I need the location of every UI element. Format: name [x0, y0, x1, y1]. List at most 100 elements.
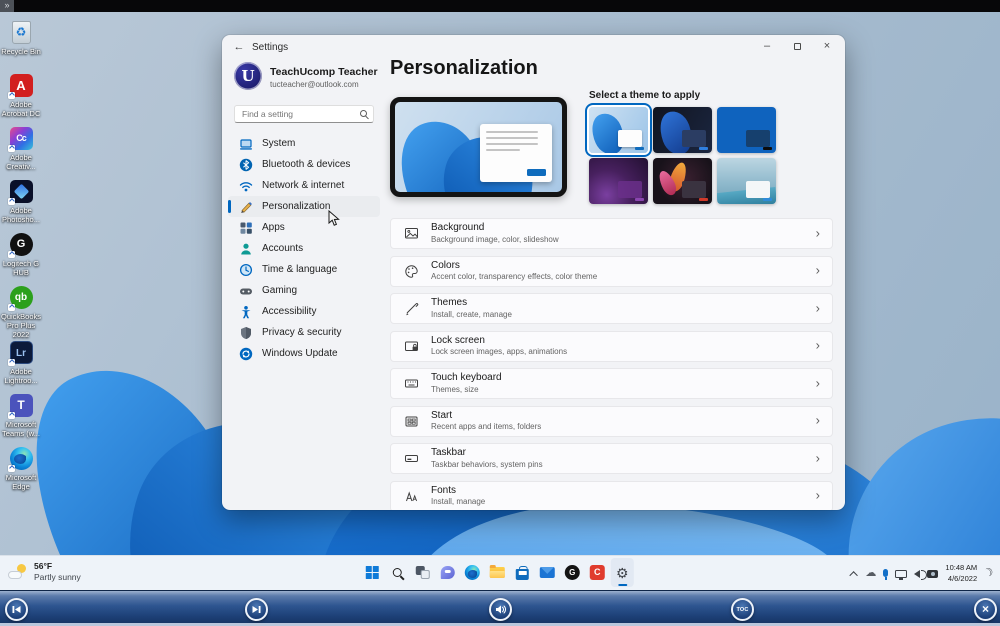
skip-to-start-button[interactable]	[5, 598, 28, 621]
settings-row-taskbar[interactable]: Taskbar Taskbar behaviors, system pins ›	[390, 443, 833, 474]
taskbar-icon	[404, 451, 419, 466]
teams-icon: T	[10, 394, 33, 417]
player-top-strip: »	[0, 0, 1000, 12]
chevron-right-icon: ›	[816, 450, 820, 465]
theme-thumbnail-windows-dark[interactable]	[653, 107, 712, 153]
theme-thumbnail-windows-light[interactable]	[589, 107, 648, 153]
start-button[interactable]	[361, 558, 384, 587]
theme-thumbnail-captured-motion[interactable]	[653, 158, 712, 204]
settings-row-fonts[interactable]: Fonts Install, manage ›	[390, 481, 833, 511]
weather-condition: Partly sunny	[34, 572, 81, 583]
sidebar-item-privacy[interactable]: Privacy & security	[228, 322, 380, 343]
sidebar-item-personalization[interactable]: Personalization	[228, 196, 380, 217]
chevron-right-icon: ›	[816, 487, 820, 502]
close-player-button[interactable]: ×	[974, 598, 997, 621]
accounts-person-icon	[239, 242, 253, 256]
theme-thumbnail-sunrise[interactable]	[717, 158, 776, 204]
settings-row-lock-screen[interactable]: Lock screen Lock screen images, apps, an…	[390, 331, 833, 362]
search-icon	[393, 568, 402, 577]
video-player-bar: TOC ×	[0, 590, 1000, 626]
recorder-button[interactable]: C	[586, 558, 609, 587]
theme-thumbnail-blue[interactable]	[717, 107, 776, 153]
search-input[interactable]	[242, 107, 354, 121]
onedrive-cloud-icon[interactable]: ☁	[865, 568, 876, 579]
desktop-icon-acrobat[interactable]: A Adobe Acrobat DC	[1, 73, 41, 118]
volume-button[interactable]	[489, 598, 512, 621]
personalization-brush-icon	[239, 200, 253, 214]
chevron-right-icon: ›	[816, 225, 820, 240]
settings-row-background[interactable]: Background Background image, color, slid…	[390, 218, 833, 249]
tray-overflow-chevron-icon[interactable]	[850, 571, 858, 579]
desktop-icon-edge[interactable]: Microsoft Edge	[1, 446, 41, 491]
start-layout-icon	[404, 414, 419, 429]
desktop-icon-recycle-bin[interactable]: ♻ Recycle Bin	[1, 20, 41, 56]
minimize-button[interactable]: –	[755, 38, 779, 54]
sidebar-item-bluetooth[interactable]: Bluetooth & devices	[228, 154, 380, 175]
theme-thumbnail-glow[interactable]	[589, 158, 648, 204]
sidebar-item-system[interactable]: System	[228, 133, 380, 154]
store-button[interactable]	[511, 558, 534, 587]
speaker-icon[interactable]	[914, 570, 920, 578]
close-window-button[interactable]: ×	[815, 38, 839, 54]
clock-globe-icon	[239, 263, 253, 277]
microphone-icon[interactable]	[883, 569, 888, 577]
sidebar-item-time-language[interactable]: Time & language	[228, 259, 380, 280]
ghub-button[interactable]: G	[561, 558, 584, 587]
task-view-button[interactable]	[411, 558, 434, 587]
partly-sunny-icon	[8, 563, 28, 581]
preview-flyout-card	[480, 124, 552, 182]
settings-row-colors[interactable]: Colors Accent color, transparency effect…	[390, 256, 833, 287]
weather-temp: 56°F	[34, 561, 81, 572]
chevron-right-icon: ›	[816, 375, 820, 390]
quickbooks-icon: qb	[10, 286, 33, 309]
sidebar-item-network[interactable]: Network & internet	[228, 175, 380, 196]
settings-row-start[interactable]: Start Recent apps and items, folders ›	[390, 406, 833, 437]
folder-icon	[490, 567, 505, 578]
settings-taskbar-button[interactable]: ⚙	[611, 558, 634, 587]
sidebar-item-gaming[interactable]: Gaming	[228, 280, 380, 301]
taskbar-search-button[interactable]	[386, 558, 409, 587]
maximize-button[interactable]	[785, 38, 809, 54]
focus-assist-moon-icon[interactable]: ☽	[982, 566, 996, 580]
chat-button[interactable]	[436, 558, 459, 587]
gear-icon: ⚙	[616, 566, 629, 580]
edge-button[interactable]	[461, 558, 484, 587]
recycle-bin-icon: ♻	[12, 21, 31, 44]
back-button[interactable]: ←	[231, 39, 247, 55]
desktop-icon-ghub[interactable]: G Logitech G HUB	[1, 232, 41, 277]
file-explorer-button[interactable]	[486, 558, 509, 587]
update-arrows-icon	[239, 347, 253, 361]
toc-button[interactable]: TOC	[731, 598, 754, 621]
task-view-icon	[415, 566, 429, 579]
desktop-wallpaper: ♻ Recycle Bin A Adobe Acrobat DC Cc Adob…	[0, 12, 1000, 555]
sidebar-item-windows-update[interactable]: Windows Update	[228, 343, 380, 364]
play-next-button[interactable]	[245, 598, 268, 621]
desktop-icon-creative-cloud[interactable]: Cc Adobe Creativ...	[1, 126, 41, 171]
apps-grid-icon	[239, 221, 253, 235]
expander-button[interactable]: »	[0, 0, 14, 12]
settings-row-themes[interactable]: Themes Install, create, manage ›	[390, 293, 833, 324]
desktop-icon-teams[interactable]: T Microsoft Teams (w...	[1, 393, 41, 438]
mail-button[interactable]	[536, 558, 559, 587]
display-cast-icon[interactable]	[895, 570, 907, 578]
colors-palette-icon	[404, 264, 419, 279]
desktop-icon-lightroom[interactable]: Lr Adobe Lightroo...	[1, 340, 41, 385]
weather-widget[interactable]: 56°F Partly sunny	[8, 561, 81, 583]
chevron-right-icon: ›	[816, 337, 820, 352]
desktop-icon-photoshop-elements[interactable]: Adobe Photosho...	[1, 179, 41, 224]
settings-row-touch-keyboard[interactable]: Touch keyboard Themes, size ›	[390, 368, 833, 399]
sidebar-item-accessibility[interactable]: Accessibility	[228, 301, 380, 322]
window-title: Settings	[252, 42, 288, 53]
clock[interactable]: 10:48 AM 4/6/2022	[945, 563, 977, 583]
settings-window: ← Settings – × U TeachUcomp Teacher tuct…	[222, 35, 845, 510]
webcam-icon[interactable]	[927, 570, 938, 578]
shield-icon	[239, 326, 253, 340]
sidebar-item-apps[interactable]: Apps	[228, 217, 380, 238]
system-icon	[239, 137, 253, 151]
taskbar-center: G C ⚙	[361, 558, 634, 587]
chevron-right-icon: ›	[816, 262, 820, 277]
avatar[interactable]: U	[234, 62, 262, 90]
desktop-icon-quickbooks[interactable]: qb QuickBooks Pro Plus 2022	[1, 285, 41, 339]
sidebar-item-accounts[interactable]: Accounts	[228, 238, 380, 259]
store-bag-icon	[516, 569, 529, 580]
